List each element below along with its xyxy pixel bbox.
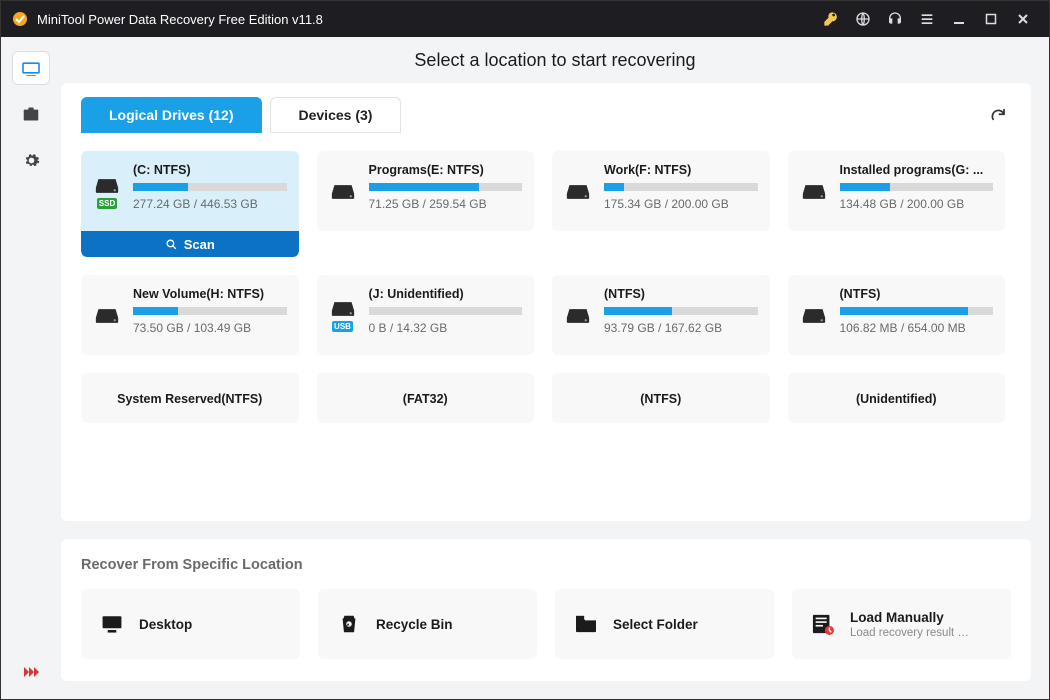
drive-card[interactable]: Programs(E: NTFS) 71.25 GB / 259.54 GB (317, 151, 535, 231)
drive-card[interactable]: (FAT32) (317, 373, 535, 423)
refresh-button[interactable] (985, 102, 1011, 128)
close-button[interactable] (1007, 3, 1039, 35)
key-icon[interactable] (815, 3, 847, 35)
drive-name: (NTFS) (640, 392, 681, 406)
recover-item[interactable]: Desktop (81, 589, 300, 659)
drive-name: Installed programs(G: ... (840, 163, 994, 177)
sidebar-collapse-icon[interactable] (17, 659, 45, 685)
minimize-button[interactable] (943, 3, 975, 35)
drive-card[interactable]: USB (J: Unidentified) 0 B / 14.32 GB (317, 275, 535, 355)
usage-bar (840, 183, 994, 191)
drive-card[interactable]: (NTFS) 106.82 MB / 654.00 MB (788, 275, 1006, 355)
usage-bar (133, 307, 287, 315)
scan-button[interactable]: Scan (81, 231, 299, 257)
titlebar: MiniTool Power Data Recovery Free Editio… (1, 1, 1049, 37)
usage-bar (604, 183, 758, 191)
drive-icon (800, 285, 828, 347)
drive-name: (Unidentified) (856, 392, 937, 406)
tab-logical-drives[interactable]: Logical Drives (12) (81, 97, 262, 133)
drive-size: 71.25 GB / 259.54 GB (369, 197, 523, 211)
drive-name: (J: Unidentified) (369, 287, 523, 301)
drive-card[interactable]: Work(F: NTFS) 175.34 GB / 200.00 GB (552, 151, 770, 231)
drive-size: 0 B / 14.32 GB (369, 321, 523, 335)
drive-name: Work(F: NTFS) (604, 163, 758, 177)
drive-card[interactable]: (NTFS) 93.79 GB / 167.62 GB (552, 275, 770, 355)
globe-icon[interactable] (847, 3, 879, 35)
recover-item-label: Select Folder (613, 617, 698, 632)
recover-item[interactable]: Recycle Bin (318, 589, 537, 659)
drive-name: System Reserved(NTFS) (117, 392, 262, 406)
drive-name: Programs(E: NTFS) (369, 163, 523, 177)
menu-icon[interactable] (911, 3, 943, 35)
main: Select a location to start recovering Lo… (61, 37, 1049, 699)
maximize-button[interactable] (975, 3, 1007, 35)
recover-item[interactable]: Select Folder (555, 589, 774, 659)
recover-item-label: Recycle Bin (376, 617, 453, 632)
drive-size: 175.34 GB / 200.00 GB (604, 197, 758, 211)
recover-item-icon (573, 611, 599, 637)
recover-item[interactable]: Load Manually Load recovery result (*... (792, 589, 1011, 659)
recover-item-icon (336, 611, 362, 637)
drive-card[interactable]: SSD (C: NTFS) 277.24 GB / 446.53 GB Scan (81, 151, 299, 257)
recover-item-icon (99, 611, 125, 637)
drive-icon: SSD (93, 161, 121, 225)
drive-name: (C: NTFS) (133, 163, 287, 177)
drive-name: New Volume(H: NTFS) (133, 287, 287, 301)
recover-item-label: Desktop (139, 617, 192, 632)
page-heading: Select a location to start recovering (61, 37, 1049, 83)
usage-bar (840, 307, 994, 315)
sidebar-item-toolbox[interactable] (12, 97, 50, 131)
drive-icon: USB (329, 285, 357, 347)
drive-size: 134.48 GB / 200.00 GB (840, 197, 994, 211)
recover-item-icon (810, 611, 836, 637)
drive-icon (564, 285, 592, 347)
headset-icon[interactable] (879, 3, 911, 35)
drive-card[interactable]: System Reserved(NTFS) (81, 373, 299, 423)
sidebar-item-recovery[interactable] (12, 51, 50, 85)
sidebar (1, 37, 61, 699)
usage-bar (604, 307, 758, 315)
tab-devices[interactable]: Devices (3) (270, 97, 402, 133)
drive-card[interactable]: (NTFS) (552, 373, 770, 423)
drive-icon (564, 161, 592, 223)
drive-size: 93.79 GB / 167.62 GB (604, 321, 758, 335)
drive-icon (329, 161, 357, 223)
drive-card[interactable]: (Unidentified) (788, 373, 1006, 423)
recover-item-sub: Load recovery result (*... (850, 627, 970, 639)
drive-name: (NTFS) (840, 287, 994, 301)
drives-panel: Logical Drives (12) Devices (3) SSD (C: N… (61, 83, 1031, 521)
drive-icon (800, 161, 828, 223)
drive-card[interactable]: New Volume(H: NTFS) 73.50 GB / 103.49 GB (81, 275, 299, 355)
usage-bar (369, 307, 523, 315)
recover-section: Recover From Specific Location Desktop Re… (61, 539, 1031, 681)
sidebar-item-settings[interactable] (12, 143, 50, 177)
drive-name: (NTFS) (604, 287, 758, 301)
usage-bar (133, 183, 287, 191)
app-logo-icon (11, 10, 29, 28)
drive-size: 106.82 MB / 654.00 MB (840, 321, 994, 335)
drive-name: (FAT32) (403, 392, 448, 406)
usage-bar (369, 183, 523, 191)
drive-icon (93, 285, 121, 347)
recover-section-title: Recover From Specific Location (81, 557, 1011, 573)
app-title: MiniTool Power Data Recovery Free Editio… (37, 12, 323, 27)
drive-card[interactable]: Installed programs(G: ... 134.48 GB / 200… (788, 151, 1006, 231)
drive-size: 73.50 GB / 103.49 GB (133, 321, 287, 335)
drive-size: 277.24 GB / 446.53 GB (133, 197, 287, 211)
recover-item-label: Load Manually (850, 610, 970, 625)
